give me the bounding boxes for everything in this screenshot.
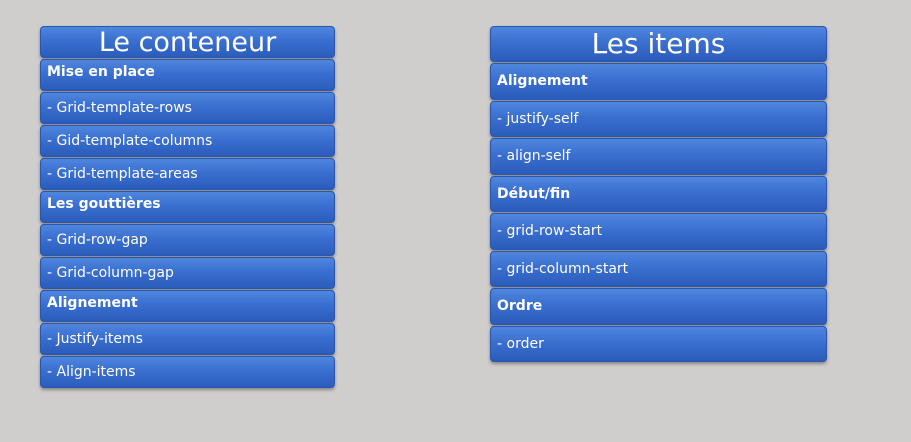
container-title: Le conteneur <box>40 26 335 58</box>
property-item: - Align-items <box>40 356 335 388</box>
property-item: - align-self <box>490 138 827 175</box>
property-item: - Grid-column-gap <box>40 257 335 289</box>
property-item: - grid-row-start <box>490 213 827 250</box>
property-item: - Grid-row-gap <box>40 224 335 256</box>
property-item: - justify-self <box>490 100 827 137</box>
section-label: Alignement <box>40 290 335 322</box>
items-column: Les items Alignement - justify-self - al… <box>490 26 827 362</box>
container-column: Le conteneur Mise en place - Grid-templa… <box>40 26 335 388</box>
property-item: - Grid-template-rows <box>40 92 335 124</box>
property-item: - Gid-template-columns <box>40 125 335 157</box>
items-title: Les items <box>490 26 827 62</box>
section-label: Ordre <box>490 288 827 325</box>
section-label: Les gouttières <box>40 191 335 223</box>
section-label: Mise en place <box>40 59 335 91</box>
property-item: - grid-column-start <box>490 250 827 287</box>
section-label: Début/fin <box>490 175 827 212</box>
property-item: - order <box>490 325 827 362</box>
property-item: - Justify-items <box>40 323 335 355</box>
property-item: - Grid-template-areas <box>40 158 335 190</box>
section-label: Alignement <box>490 63 827 100</box>
